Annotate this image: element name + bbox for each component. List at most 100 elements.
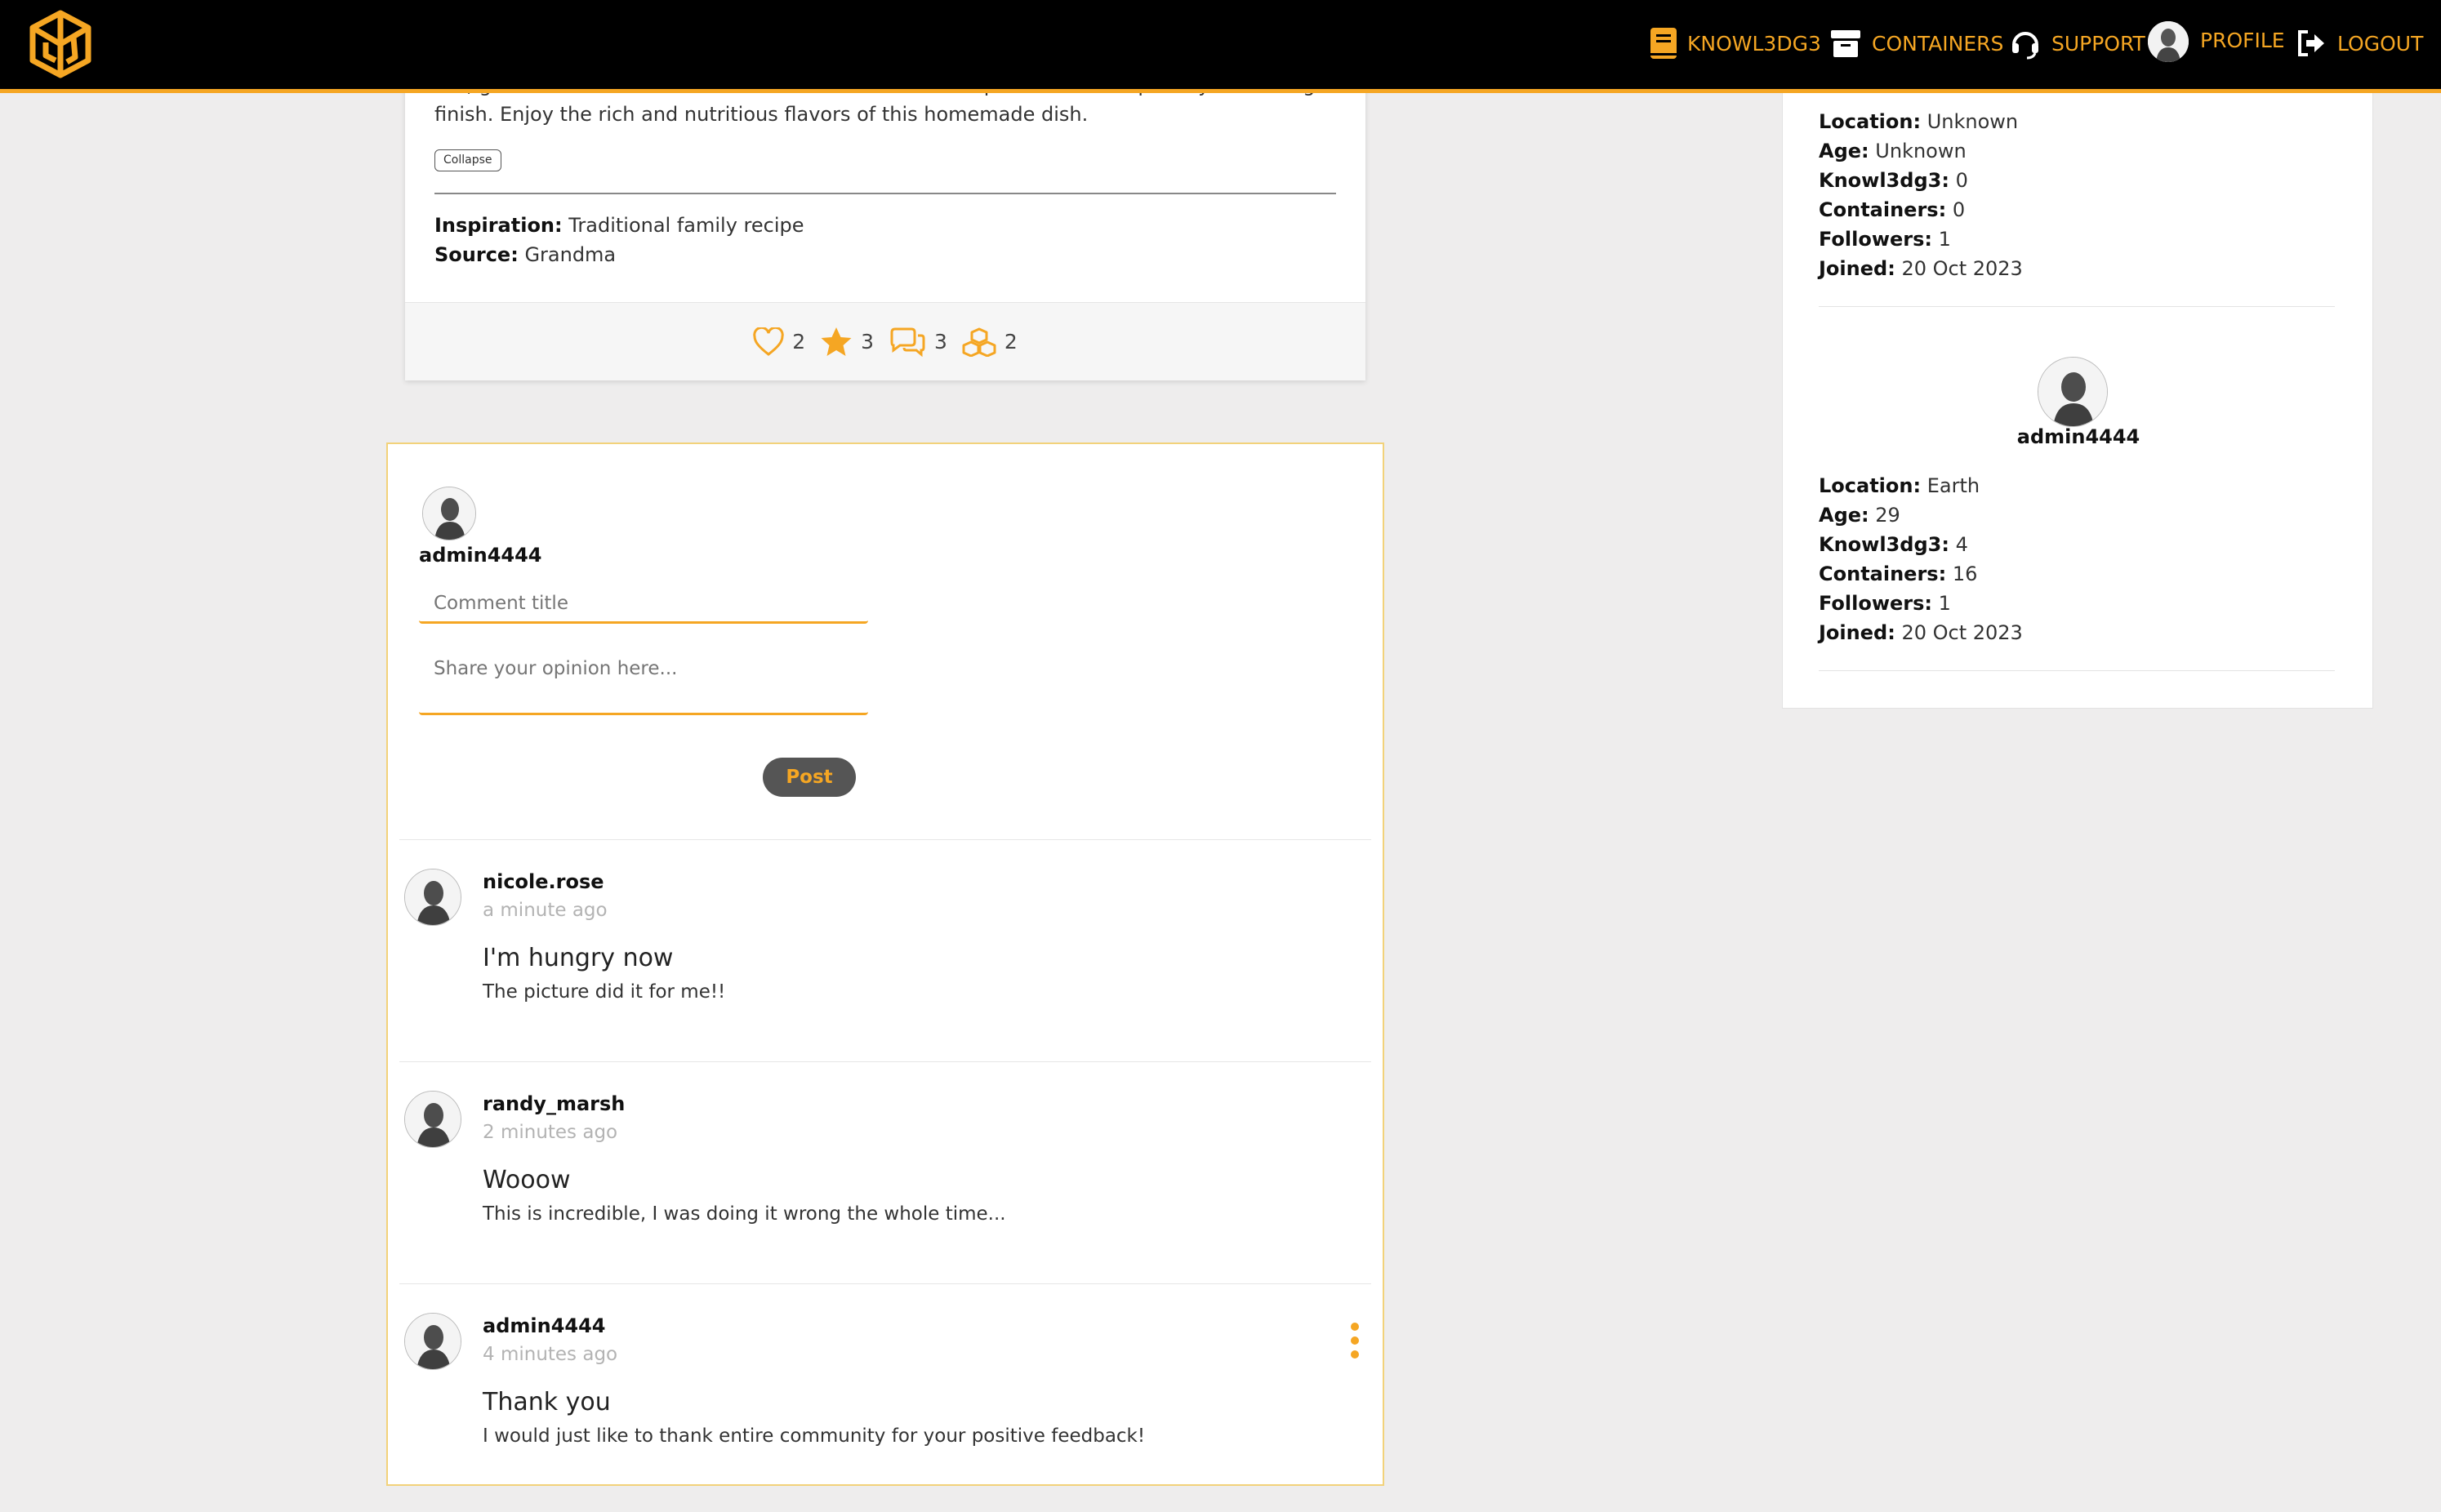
- heart-icon: [753, 327, 784, 356]
- sidebar-divider: [1819, 670, 2335, 671]
- inspiration-line: Inspiration: Traditional family recipe: [434, 214, 804, 237]
- location-value: Earth: [1927, 474, 1980, 497]
- viewer-username[interactable]: admin4444: [1783, 425, 2374, 448]
- viewer-followers: Followers: 1: [1819, 592, 1951, 615]
- author-containers: Containers: 0: [1819, 198, 1965, 221]
- post-stats-bar: 2 3 3 2: [405, 302, 1365, 380]
- viewer-location: Location: Earth: [1819, 474, 1980, 497]
- location-value: Unknown: [1927, 110, 2019, 133]
- like-stat[interactable]: 2: [753, 327, 805, 357]
- comment-body: This is incredible, I was doing it wrong…: [483, 1203, 1006, 1225]
- nav-containers-label: CONTAINERS: [1872, 31, 2004, 56]
- comment-stat[interactable]: 3: [889, 327, 947, 357]
- joined-label: Joined:: [1819, 257, 1895, 280]
- post-comment-button[interactable]: Post: [763, 758, 856, 797]
- post-card: hot, garnished with additional Parmesan …: [405, 65, 1365, 380]
- nav-profile-label: PROFILE: [2200, 28, 2285, 52]
- nav-containers[interactable]: CONTAINERS: [1829, 21, 2003, 65]
- containers-label: Containers:: [1819, 563, 1947, 585]
- comment-username[interactable]: nicole.rose: [483, 870, 604, 893]
- comment-body-input[interactable]: [419, 647, 868, 715]
- collapse-button[interactable]: Collapse: [434, 149, 501, 171]
- nav-logout[interactable]: LOGOUT: [2295, 21, 2423, 65]
- followers-label: Followers:: [1819, 228, 1933, 251]
- profile-sidebar: Location: Unknown Age: Unknown Knowl3dg3…: [1782, 65, 2373, 709]
- like-count: 2: [792, 330, 806, 354]
- comment-title: Thank you: [483, 1388, 611, 1416]
- viewer-knowledge: Knowl3dg3: 4: [1819, 533, 1968, 556]
- author-followers: Followers: 1: [1819, 228, 1951, 251]
- author-knowledge: Knowl3dg3: 0: [1819, 169, 1968, 192]
- knowledge-label: Knowl3dg3:: [1819, 533, 1949, 556]
- logout-icon: [2295, 27, 2327, 60]
- comments-icon: [890, 327, 925, 357]
- knowledge-label: Knowl3dg3:: [1819, 169, 1949, 192]
- composer-username: admin4444: [419, 544, 542, 567]
- age-label: Age:: [1819, 504, 1869, 527]
- comment-timestamp: 4 minutes ago: [483, 1344, 618, 1365]
- more-options-icon[interactable]: [1345, 1323, 1365, 1359]
- composer-avatar: [422, 487, 476, 540]
- post-divider: [434, 193, 1336, 194]
- nav-knowledge-label: KNOWL3DG3: [1687, 31, 1821, 56]
- star-count: 3: [861, 330, 874, 354]
- comment-avatar[interactable]: [404, 1091, 461, 1148]
- nav-profile[interactable]: PROFILE: [2148, 20, 2285, 64]
- containers-value: 16: [1952, 563, 1978, 585]
- comment-item: nicole.rose a minute ago I'm hungry now …: [388, 839, 1384, 1061]
- box-icon: [1829, 27, 1862, 60]
- knowledge-value: 4: [1955, 533, 1968, 556]
- viewer-avatar[interactable]: [2038, 357, 2108, 427]
- sidebar-divider: [1819, 306, 2335, 307]
- comment-title: I'm hungry now: [483, 944, 674, 972]
- comment-username[interactable]: admin4444: [483, 1314, 606, 1337]
- comment-body: I would just like to thank entire commun…: [483, 1425, 1146, 1447]
- joined-value: 20 Oct 2023: [1901, 621, 2023, 644]
- comment-avatar[interactable]: [404, 1313, 461, 1370]
- nav-support[interactable]: SUPPORT: [2009, 21, 2145, 65]
- viewer-age: Age: 29: [1819, 504, 1900, 527]
- author-age: Age: Unknown: [1819, 140, 1967, 162]
- containers-label: Containers:: [1819, 198, 1947, 221]
- comment-count: 3: [934, 330, 947, 354]
- source-value: Grandma: [524, 243, 617, 266]
- containers-value: 0: [1952, 198, 1966, 221]
- boxes-icon: [962, 327, 996, 357]
- star-icon: [821, 327, 852, 356]
- comments-section: admin4444 Post nicole.rose a minute ago …: [386, 442, 1384, 1486]
- inspiration-label: Inspiration:: [434, 214, 563, 237]
- inspiration-value: Traditional family recipe: [568, 214, 804, 237]
- author-location: Location: Unknown: [1819, 110, 2018, 133]
- followers-value: 1: [1938, 592, 1951, 615]
- nav-support-label: SUPPORT: [2051, 31, 2145, 56]
- comment-item: randy_marsh 2 minutes ago Wooow This is …: [388, 1061, 1384, 1283]
- comment-body: The picture did it for me!!: [483, 981, 726, 1003]
- viewer-joined: Joined: 20 Oct 2023: [1819, 621, 2023, 644]
- container-count: 2: [1004, 330, 1018, 354]
- book-icon: [1650, 27, 1677, 60]
- comment-item: admin4444 4 minutes ago Thank you I woul…: [388, 1283, 1384, 1505]
- comment-username[interactable]: randy_marsh: [483, 1092, 625, 1115]
- site-logo-icon[interactable]: [29, 10, 91, 78]
- comment-title: Wooow: [483, 1166, 571, 1194]
- star-stat[interactable]: 3: [820, 327, 874, 358]
- followers-label: Followers:: [1819, 592, 1933, 615]
- comment-title-input[interactable]: [419, 585, 868, 624]
- container-stat[interactable]: 2: [962, 327, 1018, 357]
- location-label: Location:: [1819, 474, 1922, 497]
- source-label: Source:: [434, 243, 519, 266]
- comment-timestamp: a minute ago: [483, 900, 608, 921]
- top-navbar: KNOWL3DG3 CONTAINERS SUPPORT PROFILE LOG…: [0, 0, 2441, 93]
- age-label: Age:: [1819, 140, 1869, 162]
- followers-value: 1: [1938, 228, 1951, 251]
- nav-knowledge[interactable]: KNOWL3DG3: [1650, 21, 1821, 65]
- joined-label: Joined:: [1819, 621, 1895, 644]
- headset-icon: [2009, 27, 2042, 60]
- age-value: 29: [1875, 504, 1900, 527]
- author-joined: Joined: 20 Oct 2023: [1819, 257, 2023, 280]
- knowledge-value: 0: [1955, 169, 1968, 192]
- comment-avatar[interactable]: [404, 869, 461, 926]
- joined-value: 20 Oct 2023: [1901, 257, 2023, 280]
- source-line: Source: Grandma: [434, 243, 616, 266]
- nav-logout-label: LOGOUT: [2337, 31, 2424, 56]
